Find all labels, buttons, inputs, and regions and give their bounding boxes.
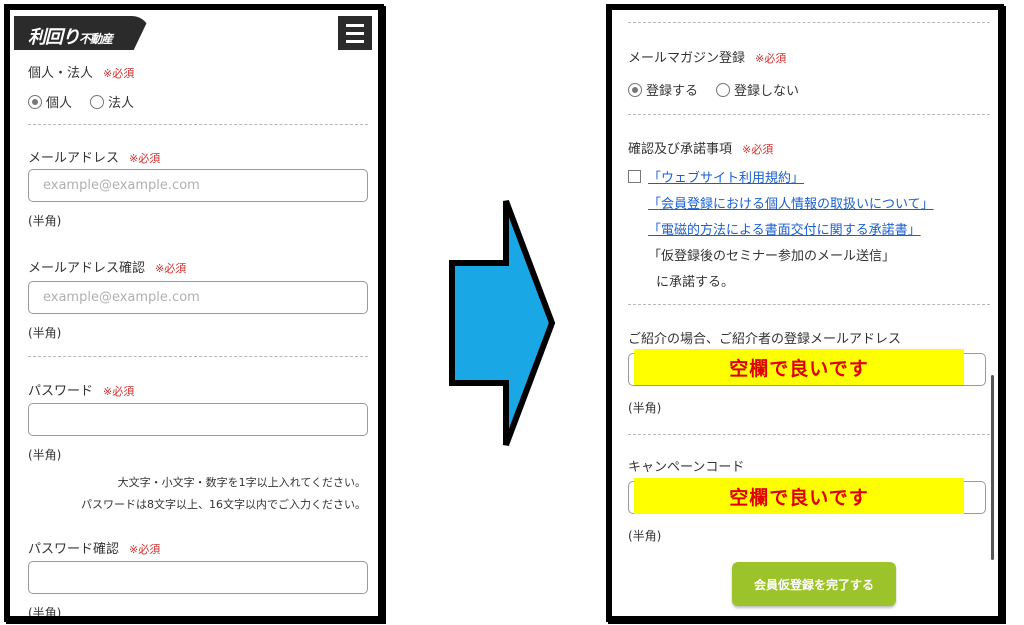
magazine-radio-group: 登録する 登録しない — [628, 80, 799, 99]
radio-subscribe-label: 登録する — [646, 84, 699, 99]
hamburger-menu-icon[interactable] — [338, 16, 372, 50]
required-badge: ※必須 — [155, 262, 187, 275]
right-arrow-icon — [449, 199, 556, 447]
privacy-link[interactable]: 「会員登録における個人情報の取扱いについて」 — [648, 193, 934, 212]
radio-unsubscribe-label: 登録しない — [734, 84, 800, 99]
scrollbar[interactable] — [991, 375, 994, 560]
blank-ok-highlight: 空欄で良いです — [634, 349, 964, 385]
site-logo[interactable]: 利回り不動産 — [14, 16, 150, 50]
password-confirm-label: パスワード確認 ※必須 — [28, 542, 161, 557]
consent-suffix-text: に承諾する。 — [656, 275, 735, 290]
divider — [628, 22, 990, 23]
right-phone-screen: メールマガジン登録 ※必須 登録する 登録しない 確認及び承諾事項 ※必須 「ウェブ… — [606, 4, 1004, 622]
site-header: 利回り不動産 — [10, 10, 378, 50]
email-input[interactable] — [28, 169, 368, 202]
divider — [628, 434, 990, 435]
seminar-consent-text: 「仮登録後のセミナー参加のメール送信」 — [648, 249, 896, 264]
radio-corporation-label: 法人 — [108, 96, 135, 111]
divider — [28, 124, 368, 125]
radio-individual[interactable] — [28, 94, 42, 109]
magazine-label: メールマガジン登録 ※必須 — [628, 51, 787, 66]
password-note-1: 大文字・小文字・数字を1字以上入れてください。 — [117, 476, 366, 489]
required-badge: ※必須 — [129, 543, 161, 556]
left-phone-screen: 利回り不動産 個人・法人※必須 個人 法人 メールアドレス※必須 (半角) メー… — [4, 4, 384, 622]
email-hint: (半角) — [28, 214, 62, 228]
radio-unsubscribe[interactable] — [716, 82, 731, 97]
required-badge: ※必須 — [129, 152, 161, 165]
radio-subscribe[interactable] — [628, 82, 642, 97]
password-confirm-input[interactable] — [28, 561, 368, 594]
radio-individual-label: 個人 — [46, 96, 73, 111]
password-label: パスワード ※必須 — [28, 384, 135, 399]
required-badge: ※必須 — [742, 143, 774, 156]
consent-label: 確認及び承諾事項 ※必須 — [628, 142, 774, 157]
electronic-consent-link[interactable]: 「電磁的方法による書面交付に関する承諾書」 — [648, 219, 921, 238]
password-note-2: パスワードは8文字以上、16文字以内でご入力ください。 — [81, 498, 366, 511]
campaign-label: キャンペーンコード — [628, 460, 745, 475]
required-badge: ※必須 — [103, 67, 135, 80]
divider — [628, 114, 990, 115]
logo-main-text: 利回り — [28, 27, 80, 48]
password-hint: (半角) — [28, 448, 62, 462]
type-radio-group: 個人 法人 — [28, 92, 134, 111]
complete-registration-button[interactable]: 会員仮登録を完了する — [732, 562, 896, 606]
radio-corporation[interactable] — [90, 94, 105, 109]
referrer-label: ご紹介の場合、ご紹介者の登録メールアドレス — [628, 332, 902, 347]
blank-ok-highlight: 空欄で良いです — [634, 478, 964, 514]
logo-sub-text: 不動産 — [79, 32, 113, 46]
required-badge: ※必須 — [103, 385, 135, 398]
email-confirm-hint: (半角) — [28, 326, 62, 340]
consent-checkbox[interactable] — [628, 170, 641, 183]
type-label: 個人・法人 ※必須 — [28, 66, 135, 81]
terms-link[interactable]: 「ウェブサイト利用規約」 — [648, 167, 804, 186]
email-confirm-input[interactable] — [28, 281, 368, 314]
referrer-hint: (半角) — [628, 401, 662, 415]
divider — [628, 304, 990, 305]
password-confirm-hint: (半角) — [28, 606, 62, 620]
email-confirm-label: メールアドレス確認 ※必須 — [28, 261, 187, 276]
campaign-hint: (半角) — [628, 529, 662, 543]
required-badge: ※必須 — [755, 52, 787, 65]
divider — [28, 356, 368, 357]
password-input[interactable] — [28, 403, 368, 436]
email-label: メールアドレス ※必須 — [28, 151, 161, 166]
